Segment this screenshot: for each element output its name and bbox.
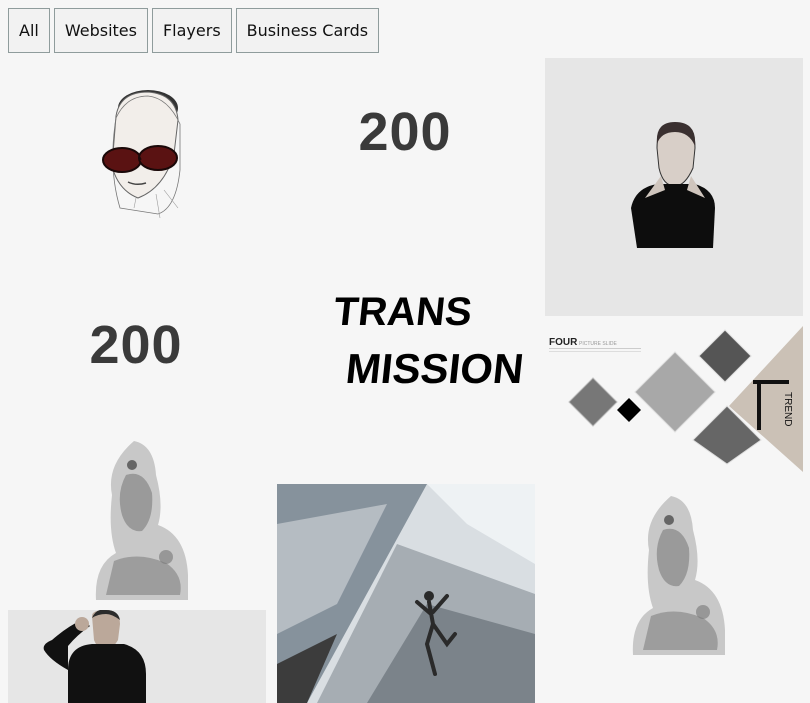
portfolio-item-four-picture-slide[interactable]: FOUR PICTURE SLIDE TREND [545,326,803,472]
transmission-line2-text: MISSION [344,345,526,392]
logo-200-bottom-image: 200 [89,315,182,375]
logo-200-top-text: 200 [358,102,451,162]
black-sweater-woman-image [631,122,715,248]
transmission-image: TRANS MISSION [332,290,526,392]
logo-200-top-image: 200 [358,102,451,162]
four-side-text: TREND [782,392,793,426]
logo-200-bottom-text: 200 [89,315,182,375]
filter-websites-button[interactable]: Websites [53,8,148,53]
smoke-portrait-right-image [632,496,725,655]
portfolio-item-200-logo-bottom[interactable]: 200 [8,265,266,425]
four-subtitle-text: PICTURE SLIDE [579,341,617,347]
portfolio-item-jumping-person[interactable] [277,484,535,703]
four-picture-slide-image: FOUR PICTURE SLIDE TREND [549,326,803,472]
filter-all-button[interactable]: All [8,8,50,53]
filter-flayers-button[interactable]: Flayers [151,8,232,53]
portfolio-item-sunglasses-woman[interactable] [8,58,266,258]
four-title-text: FOUR [549,337,578,348]
portfolio-item-hoodie-man[interactable] [8,610,266,703]
portfolio-item-transmission[interactable]: TRANS MISSION [277,265,535,425]
hoodie-man-image [43,610,146,703]
portfolio-item-smoke-portrait-right[interactable] [545,490,803,655]
jumping-person-image [277,484,535,703]
smoke-portrait-left-image [95,441,188,600]
portfolio-item-black-sweater-woman[interactable] [545,58,803,316]
portfolio-item-smoke-portrait-left[interactable] [8,435,266,600]
portfolio-filter-bar: All Websites Flayers Business Cards [8,8,380,53]
sunglasses-woman-image [102,90,181,219]
transmission-line1-text: TRANS [332,290,474,334]
filter-business-cards-button[interactable]: Business Cards [235,8,380,53]
portfolio-item-200-logo-top[interactable]: 200 [277,58,535,258]
